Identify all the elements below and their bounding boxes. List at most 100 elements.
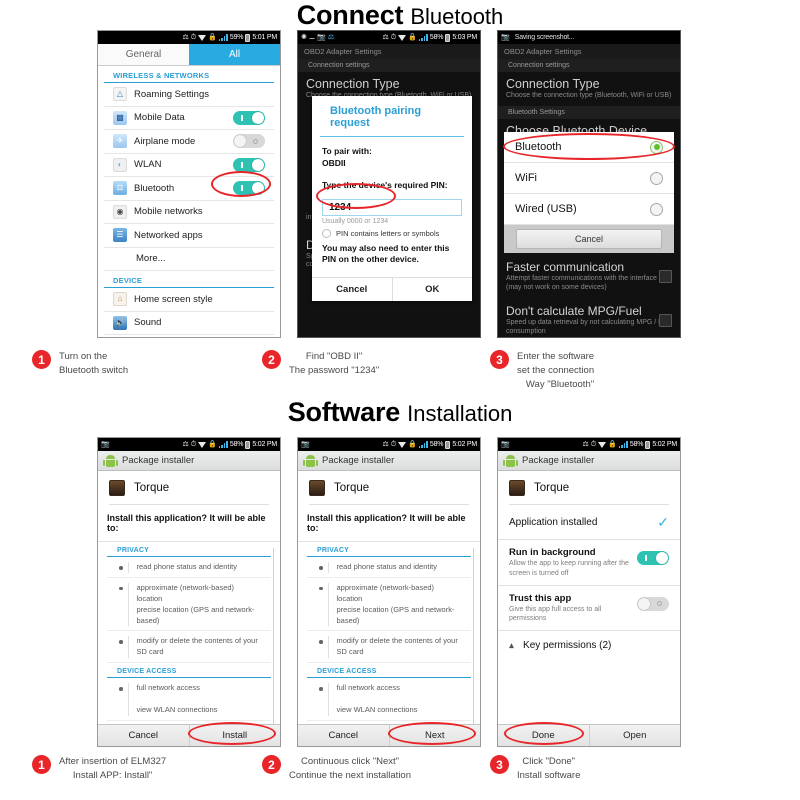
open-button[interactable]: Open xyxy=(588,725,681,746)
installer-title: Package installer xyxy=(522,455,595,466)
run-bg-title: Run in background xyxy=(509,547,596,558)
android-icon xyxy=(503,454,518,467)
caption-line: Turn on the xyxy=(59,351,108,362)
alarm-status-icon: ⏱ xyxy=(190,441,197,448)
caption-line: Way "Bluetooth" xyxy=(525,378,595,390)
settings-row-sound[interactable]: 🔊 Sound xyxy=(104,312,274,335)
obd2-dont-calculate-mpg: Don't calculate MPG/Fuel Speed up data r… xyxy=(498,300,680,337)
caption-line: Continue the next installation xyxy=(289,769,411,781)
settings-row-more[interactable]: More... xyxy=(104,248,274,271)
caption-line: Find "OBD II" xyxy=(305,351,363,362)
run-bg-toggle[interactable] xyxy=(637,551,669,565)
app-name: Torque xyxy=(334,482,370,494)
permission-line: approximate (network-based) location xyxy=(336,582,435,603)
wlan-toggle[interactable] xyxy=(233,157,265,172)
bluetooth-icon: ⚖ xyxy=(113,181,127,196)
install-button[interactable]: Install xyxy=(188,725,281,746)
section-title-software: Software Installation xyxy=(0,399,800,426)
settings-row-home-screen[interactable]: ⌂ Home screen style xyxy=(104,288,274,312)
settings-row-mobile-data[interactable]: ▩ Mobile Data xyxy=(104,107,274,130)
obd2-item-desc: Attempt faster communications with the i… xyxy=(506,274,657,291)
settings-row-mobile-networks[interactable]: ◉ Mobile networks xyxy=(104,201,274,224)
title-connect-light: Bluetooth xyxy=(410,4,504,29)
tab-general[interactable]: General xyxy=(98,44,189,65)
scrollbar[interactable] xyxy=(472,548,474,746)
lock-status-icon: 🔒 xyxy=(408,441,417,448)
caption-line: Install software xyxy=(517,769,581,781)
settings-row-display[interactable]: Display xyxy=(104,335,274,337)
mobile-data-toggle[interactable] xyxy=(233,110,265,125)
permissions-list[interactable]: PRIVACY read phone status and identity a… xyxy=(98,541,280,746)
option-row-wifi[interactable]: WiFi xyxy=(504,163,674,194)
obd2-heading-desc: Choose the connection type (Bluetooth, W… xyxy=(506,92,672,99)
settings-row-wlan[interactable]: ◐ WLAN xyxy=(104,154,274,177)
wifi-status-icon xyxy=(198,34,207,41)
settings-label: Mobile networks xyxy=(134,206,203,218)
installer-titlebar: Package installer xyxy=(98,451,280,471)
pairing-note: You may also need to enter this PIN on t… xyxy=(322,242,450,265)
bluetooth-pairing-dialog: Bluetooth pairing request To pair with: … xyxy=(312,96,472,301)
torque-app-icon xyxy=(509,480,525,496)
checkbox-icon[interactable] xyxy=(659,269,672,283)
caption-line: The password "1234" xyxy=(289,364,380,376)
ok-button[interactable]: OK xyxy=(391,277,473,301)
obd2-heading-connection-type: Connection Type xyxy=(306,77,400,91)
cancel-button[interactable]: Cancel xyxy=(312,278,392,301)
screenshot-status-icon: 📷 xyxy=(301,441,310,448)
caption-line: Continuous click "Next" xyxy=(300,756,400,767)
phone-screen-installer-next: 📷 ⚖ ⏱ 🔒 58% 5:02 PM Package installer To… xyxy=(297,437,481,747)
trust-toggle[interactable] xyxy=(637,596,669,611)
pin-letters-checkbox-row[interactable]: PIN contains letters or symbols xyxy=(322,228,462,238)
screenshot-notice: Saving screenshot... xyxy=(514,34,575,41)
bluetooth-status-icon: ⚖ xyxy=(382,34,389,41)
status-bar-3: 📷 Saving screenshot... xyxy=(498,31,680,44)
next-button[interactable]: Next xyxy=(388,725,481,746)
permission-item: approximate (network-based) location pre… xyxy=(107,578,271,632)
trust-this-app-row[interactable]: Trust this app Give this app full access… xyxy=(498,586,680,632)
radio-bluetooth[interactable] xyxy=(650,140,663,154)
radio-wired-usb[interactable] xyxy=(650,202,663,216)
bluetooth-toggle[interactable] xyxy=(233,181,265,196)
caption-row-connect: 1 Turn on the Bluetooth switch 2 Find "O… xyxy=(0,350,800,391)
permission-line: full network access xyxy=(136,683,200,693)
settings-row-airplane[interactable]: ✈ Airplane mode xyxy=(104,130,274,154)
app-header: Torque xyxy=(298,471,480,504)
settings-row-networked-apps[interactable]: ☰ Networked apps xyxy=(104,224,274,248)
option-row-bluetooth[interactable]: Bluetooth xyxy=(504,132,674,163)
cancel-button[interactable]: Cancel xyxy=(298,725,389,746)
lock-status-icon: 🔒 xyxy=(608,441,617,448)
cancel-button[interactable]: Cancel xyxy=(516,229,662,249)
screenshot-status-icon: 📷 xyxy=(501,441,510,448)
airplane-toggle[interactable] xyxy=(233,134,265,149)
checkbox-icon[interactable] xyxy=(659,314,672,328)
phone-screen-pairing: ✺ ⚊ 📷 ⚖ ⚖ ⏱ 🔒 58% 5:03 PM OBD2 Adapter S… xyxy=(297,30,481,338)
scrollbar[interactable] xyxy=(272,548,274,746)
settings-tabs: General All xyxy=(98,44,280,66)
tab-all[interactable]: All xyxy=(189,44,280,65)
bullet-icon xyxy=(319,640,323,644)
permission-group-device-access: DEVICE ACCESS xyxy=(307,663,471,679)
settings-row-roaming[interactable]: △ Roaming Settings xyxy=(104,83,274,107)
done-button[interactable]: Done xyxy=(498,725,589,746)
home-icon: ⌂ xyxy=(113,292,127,307)
option-row-wired-usb[interactable]: Wired (USB) xyxy=(504,194,674,225)
permission-text: approximate (network-based) location pre… xyxy=(127,582,262,627)
pin-input[interactable]: 1234 xyxy=(322,198,462,216)
group-header-wireless: WIRELESS & NETWORKS xyxy=(104,66,274,83)
step-badge: 2 xyxy=(262,755,281,774)
sync-status-icon: ✺ xyxy=(301,34,307,41)
run-in-background-row[interactable]: Run in background Allow the app to keep … xyxy=(498,540,680,586)
battery-percent-1: 59% xyxy=(229,34,244,41)
status-bar-6: 📷 ⚖ ⏱ 🔒 58% 5:02 PM xyxy=(498,438,680,451)
radio-wifi[interactable] xyxy=(650,171,663,185)
settings-row-bluetooth[interactable]: ⚖ Bluetooth xyxy=(104,177,274,201)
permissions-list[interactable]: PRIVACY read phone status and identity a… xyxy=(298,541,480,746)
key-permissions-row[interactable]: ▾ Key permissions (2) xyxy=(498,631,680,660)
checkbox-icon[interactable] xyxy=(322,228,331,238)
status-bar-4: 📷 ⚖ ⏱ 🔒 58% 5:02 PM xyxy=(98,438,280,451)
bluetooth-active-icon: ⚖ xyxy=(327,34,335,41)
cancel-button[interactable]: Cancel xyxy=(98,725,189,746)
bluetooth-status-icon: ⚖ xyxy=(582,441,589,448)
installer-footer: Cancel Install xyxy=(98,724,280,746)
title-software-light: Installation xyxy=(407,401,513,426)
